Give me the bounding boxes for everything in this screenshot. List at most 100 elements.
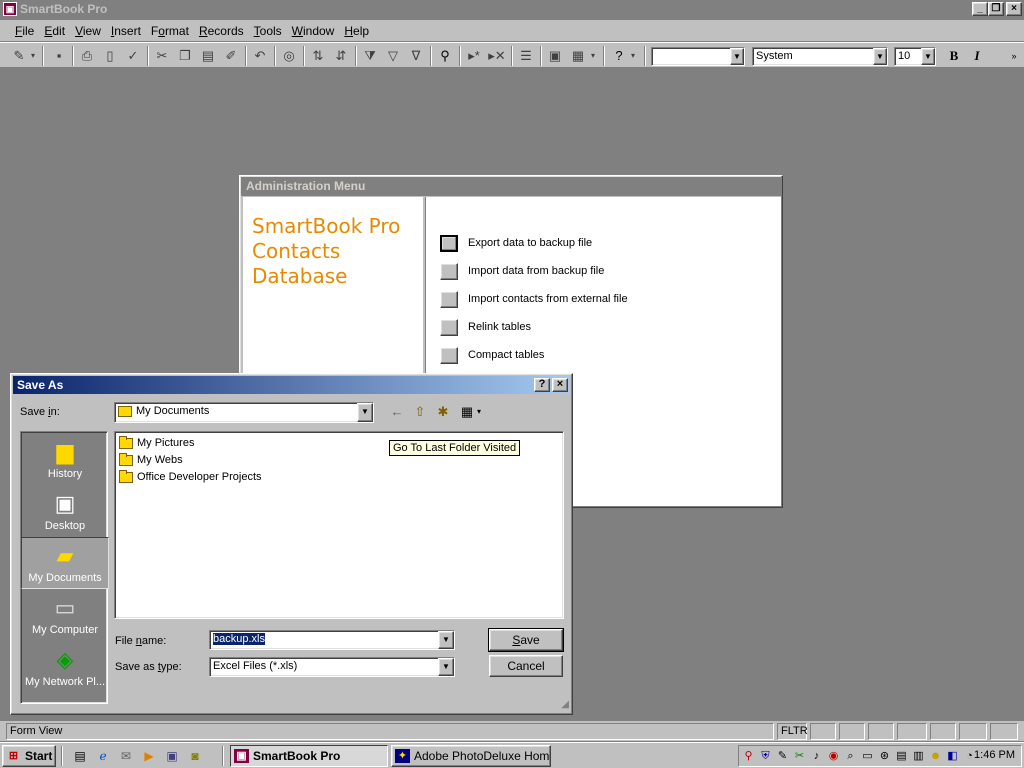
- volume-icon[interactable]: ♪: [809, 748, 824, 764]
- toolbar-more-icon[interactable]: »: [1008, 47, 1020, 65]
- tray-icon[interactable]: ◧: [945, 748, 960, 764]
- tray-icon[interactable]: ▤: [894, 748, 909, 764]
- tray-icon[interactable]: ▥: [911, 748, 926, 764]
- italic-button[interactable]: I: [968, 47, 986, 65]
- apply-filter-icon[interactable]: ∇: [407, 47, 425, 65]
- option-import-contacts[interactable]: Import contacts from external file: [440, 290, 628, 308]
- design-view-icon[interactable]: ✎: [10, 47, 28, 65]
- menu-format[interactable]: Format: [146, 21, 194, 41]
- new-object-icon[interactable]: ▦: [569, 47, 587, 65]
- task-photodeluxe[interactable]: ✦ Adobe PhotoDeluxe Home...: [391, 745, 551, 767]
- properties-icon[interactable]: ☰: [517, 47, 535, 65]
- show-desktop-icon[interactable]: ▤: [72, 748, 88, 764]
- quicklaunch-app2-icon[interactable]: ◙: [187, 748, 203, 764]
- filter-by-form-icon[interactable]: ▽: [384, 47, 402, 65]
- option-button[interactable]: [440, 290, 458, 308]
- place-desktop[interactable]: ▣ Desktop: [21, 486, 109, 538]
- help-icon[interactable]: ?: [610, 47, 628, 65]
- menu-edit[interactable]: Edit: [39, 21, 70, 41]
- font-size-combo[interactable]: 10 ▼: [894, 47, 936, 66]
- copy-icon[interactable]: ❐: [176, 47, 194, 65]
- tray-icon[interactable]: ☻: [928, 748, 943, 764]
- file-list[interactable]: My Pictures My Webs Office Developer Pro…: [114, 431, 564, 619]
- media-icon[interactable]: ▶: [141, 748, 157, 764]
- undo-icon[interactable]: ↶: [251, 47, 269, 65]
- option-export-backup[interactable]: Export data to backup file: [440, 234, 592, 252]
- menu-tools[interactable]: Tools: [249, 21, 287, 41]
- place-history[interactable]: ▆ History: [21, 434, 109, 486]
- place-my-documents[interactable]: ▰ My Documents: [21, 537, 109, 589]
- sort-ascending-icon[interactable]: ⇅: [309, 47, 327, 65]
- bold-button[interactable]: B: [945, 47, 963, 65]
- tray-icon[interactable]: ▭: [860, 748, 875, 764]
- app-icon[interactable]: ▣: [3, 2, 17, 16]
- option-button[interactable]: [440, 318, 458, 336]
- tray-icon[interactable]: ✎: [775, 748, 790, 764]
- save-as-title-bar[interactable]: Save As ? ×: [13, 376, 570, 394]
- tray-icon[interactable]: ✂: [792, 748, 807, 764]
- find-icon[interactable]: ⚲: [436, 47, 454, 65]
- menu-help[interactable]: Help: [339, 21, 374, 41]
- help-button[interactable]: ?: [534, 378, 550, 392]
- tray-icon[interactable]: ⚲: [741, 748, 756, 764]
- paste-icon[interactable]: ▤: [199, 47, 217, 65]
- place-my-network[interactable]: ◈ My Network Pl...: [21, 642, 109, 694]
- option-import-backup[interactable]: Import data from backup file: [440, 262, 604, 280]
- resize-grip-icon[interactable]: ◢: [557, 699, 569, 711]
- save-as-type-combo[interactable]: Excel Files (*.xls) ▼: [209, 657, 455, 677]
- option-button[interactable]: [440, 346, 458, 364]
- tray-icon[interactable]: ⌕: [843, 748, 858, 764]
- file-name-field[interactable]: backup.xls ▼: [209, 630, 455, 650]
- close-button[interactable]: ×: [1006, 2, 1022, 16]
- menu-file[interactable]: File: [10, 21, 39, 41]
- option-compact-tables[interactable]: Compact tables: [440, 346, 544, 364]
- place-my-computer[interactable]: ▭ My Computer: [21, 590, 109, 642]
- delete-record-icon[interactable]: ▸✕: [488, 47, 506, 65]
- list-item[interactable]: My Pictures: [119, 435, 194, 451]
- tray-icon[interactable]: ⊛: [877, 748, 892, 764]
- chevron-down-icon[interactable]: ▼: [873, 48, 887, 65]
- new-record-icon[interactable]: ▸*: [465, 47, 483, 65]
- option-button[interactable]: [440, 262, 458, 280]
- task-smartbook[interactable]: ▣ SmartBook Pro: [230, 745, 388, 767]
- print-icon[interactable]: ⎙: [78, 47, 96, 65]
- clock[interactable]: 1:46 PM: [974, 749, 1015, 761]
- sort-descending-icon[interactable]: ⇵: [332, 47, 350, 65]
- restore-button[interactable]: ❐: [988, 2, 1004, 16]
- start-button[interactable]: ⊞ Start: [2, 745, 56, 767]
- view-dropdown-icon[interactable]: ▾: [28, 47, 38, 65]
- admin-title-bar[interactable]: Administration Menu: [241, 177, 781, 196]
- font-name-combo[interactable]: System ▼: [752, 47, 888, 66]
- up-one-level-icon[interactable]: ⇧: [411, 403, 429, 421]
- outlook-icon[interactable]: ✉: [118, 748, 134, 764]
- option-relink-tables[interactable]: Relink tables: [440, 318, 531, 336]
- cut-icon[interactable]: ✂: [153, 47, 171, 65]
- option-button[interactable]: [440, 234, 458, 252]
- tray-shield-icon[interactable]: ⛨: [758, 748, 773, 764]
- create-new-folder-icon[interactable]: ✱: [434, 403, 452, 421]
- views-dropdown-icon[interactable]: ▾: [474, 403, 484, 421]
- cancel-button[interactable]: Cancel: [489, 655, 563, 677]
- filter-by-selection-icon[interactable]: ⧩: [361, 47, 379, 65]
- new-object-dropdown-icon[interactable]: ▾: [588, 47, 598, 65]
- save-in-combo[interactable]: My Documents ▼: [114, 402, 374, 423]
- minimize-button[interactable]: _: [972, 2, 988, 16]
- menu-records[interactable]: Records: [194, 21, 249, 41]
- help-dropdown-icon[interactable]: ▾: [628, 47, 638, 65]
- spelling-icon[interactable]: ✓: [124, 47, 142, 65]
- menu-insert[interactable]: Insert: [106, 21, 146, 41]
- save-button[interactable]: Save: [488, 628, 564, 652]
- database-window-icon[interactable]: ▣: [546, 47, 564, 65]
- quicklaunch-app-icon[interactable]: ▣: [164, 748, 180, 764]
- save-icon[interactable]: ▪: [50, 47, 68, 65]
- tray-icon[interactable]: ◉: [826, 748, 841, 764]
- chevron-down-icon[interactable]: ▼: [438, 658, 454, 676]
- menu-view[interactable]: View: [70, 21, 106, 41]
- list-item[interactable]: Office Developer Projects: [119, 469, 262, 485]
- close-button[interactable]: ×: [552, 378, 568, 392]
- chevron-down-icon[interactable]: ▼: [921, 48, 935, 65]
- chevron-down-icon[interactable]: ▼: [357, 403, 373, 422]
- menu-window[interactable]: Window: [287, 21, 340, 41]
- object-combo[interactable]: ▼: [651, 47, 745, 66]
- chevron-down-icon[interactable]: ▼: [438, 631, 454, 649]
